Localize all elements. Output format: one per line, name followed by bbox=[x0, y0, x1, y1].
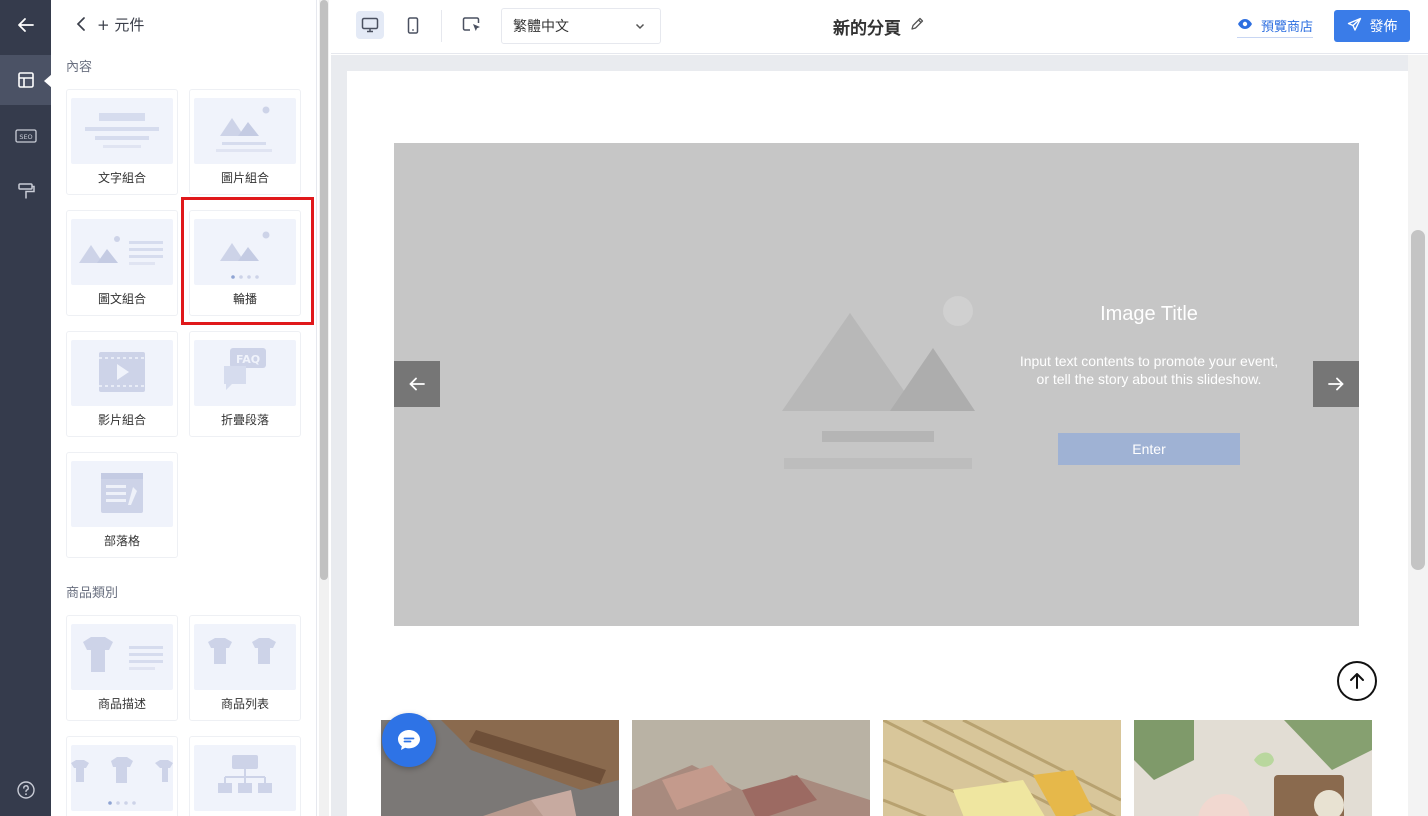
arrow-left-icon[interactable] bbox=[394, 361, 440, 407]
card-label: 商品列表 bbox=[220, 697, 269, 711]
preview-store-link[interactable]: 預覽商店 bbox=[1237, 16, 1314, 38]
card-label: 圖文組合 bbox=[97, 292, 146, 306]
component-card-product-description[interactable]: 商品描述 bbox=[66, 615, 178, 721]
image-text-thumbnail bbox=[71, 219, 173, 285]
slideshow-block[interactable]: Image Title Input text contents to promo… bbox=[394, 143, 1359, 626]
panel-scrollbar-thumb[interactable] bbox=[320, 0, 328, 580]
component-card-blog[interactable]: 部落格 bbox=[66, 452, 178, 558]
card-label: 部落格 bbox=[103, 534, 140, 548]
preview-store-label: 預覽商店 bbox=[1261, 20, 1314, 35]
carousel-highlight-box bbox=[181, 197, 314, 325]
panel-header: + 元件 bbox=[51, 0, 316, 48]
component-card-video-group[interactable]: 影片組合 bbox=[66, 331, 178, 437]
product-image-soap-net[interactable] bbox=[883, 720, 1121, 816]
select-element-icon[interactable] bbox=[458, 11, 486, 39]
image-placeholder-icon bbox=[782, 296, 975, 469]
canvas-scrollbar-thumb[interactable] bbox=[1411, 230, 1425, 570]
seo-text: SEO bbox=[19, 133, 32, 141]
desktop-view-icon[interactable] bbox=[356, 11, 384, 39]
product-description-thumbnail bbox=[71, 624, 173, 690]
mobile-view-icon[interactable] bbox=[399, 11, 427, 39]
page-preview: Image Title Input text contents to promo… bbox=[347, 71, 1425, 816]
panel-title: + 元件 bbox=[97, 15, 145, 34]
paint-roller-icon[interactable] bbox=[0, 166, 51, 216]
component-card-product-list[interactable]: 商品列表 bbox=[189, 615, 301, 721]
product-image-soap-slices[interactable] bbox=[632, 720, 870, 816]
back-to-top-icon[interactable] bbox=[1337, 661, 1377, 701]
component-panel: + 元件 內容 文字組合 圖片組合 圖文組合 輪播 影片組合 FAQ 折疊段落 … bbox=[51, 0, 317, 816]
component-card-product-carousel[interactable] bbox=[66, 736, 178, 816]
left-rail: SEO bbox=[0, 0, 52, 816]
card-label: 圖片組合 bbox=[220, 171, 269, 185]
component-card-faq[interactable]: FAQ 折疊段落 bbox=[189, 331, 301, 437]
page-title-group: 新的分頁 bbox=[833, 14, 925, 39]
send-icon bbox=[1347, 17, 1362, 36]
panel-scrollbar[interactable] bbox=[319, 0, 329, 816]
slide-text: Input text contents to promote your even… bbox=[1019, 353, 1279, 387]
product-list-thumbnail bbox=[194, 624, 296, 690]
product-carousel-thumbnail bbox=[71, 745, 173, 811]
card-label: 商品描述 bbox=[97, 697, 146, 711]
layout-icon[interactable] bbox=[0, 55, 52, 105]
card-label: 影片組合 bbox=[97, 413, 146, 427]
publish-button[interactable]: 發佈 bbox=[1334, 10, 1410, 42]
blog-thumbnail bbox=[71, 461, 173, 527]
image-group-thumbnail bbox=[194, 98, 296, 164]
chat-bubble-icon[interactable] bbox=[382, 713, 436, 767]
language-value: 繁體中文 bbox=[513, 19, 569, 35]
chevron-down-icon bbox=[634, 20, 646, 36]
section-label-content: 內容 bbox=[66, 60, 93, 75]
component-card-image-group[interactable]: 圖片組合 bbox=[189, 89, 301, 195]
slide-enter-button[interactable]: Enter bbox=[1058, 433, 1240, 465]
language-select[interactable]: 繁體中文 bbox=[501, 8, 661, 44]
component-card-category-tree[interactable] bbox=[189, 736, 301, 816]
canvas-scrollbar[interactable] bbox=[1408, 55, 1428, 816]
faq-badge-text: FAQ bbox=[236, 353, 260, 366]
text-group-thumbnail bbox=[71, 98, 173, 164]
editor-canvas: Image Title Input text contents to promo… bbox=[331, 55, 1428, 816]
component-card-image-text[interactable]: 圖文組合 bbox=[66, 210, 178, 316]
product-image-spa-set[interactable] bbox=[1134, 720, 1372, 816]
publish-label: 發佈 bbox=[1369, 19, 1398, 35]
help-icon[interactable] bbox=[0, 765, 51, 815]
back-arrow-icon[interactable] bbox=[0, 0, 51, 50]
pencil-icon[interactable] bbox=[909, 16, 925, 37]
video-group-thumbnail bbox=[71, 340, 173, 406]
eye-icon bbox=[1237, 18, 1253, 34]
card-label: 折疊段落 bbox=[220, 413, 269, 427]
section-label-products: 商品類別 bbox=[66, 586, 119, 601]
card-label: 文字組合 bbox=[97, 171, 146, 185]
arrow-right-icon[interactable] bbox=[1313, 361, 1359, 407]
faq-thumbnail: FAQ bbox=[194, 340, 296, 406]
toolbar-divider bbox=[441, 10, 442, 42]
top-toolbar: 繁體中文 新的分頁 預覽商店 發佈 bbox=[331, 0, 1428, 54]
category-tree-thumbnail bbox=[194, 745, 296, 811]
slide-title: Image Title bbox=[1100, 303, 1198, 325]
editor-app: SEO + 元件 內容 文字組合 圖片組合 圖文組合 輪播 影片組合 FAQ 折… bbox=[0, 0, 1428, 816]
seo-icon[interactable]: SEO bbox=[0, 111, 51, 161]
component-card-text-group[interactable]: 文字組合 bbox=[66, 89, 178, 195]
chevron-left-icon[interactable] bbox=[71, 13, 93, 35]
page-title: 新的分頁 bbox=[833, 19, 901, 39]
